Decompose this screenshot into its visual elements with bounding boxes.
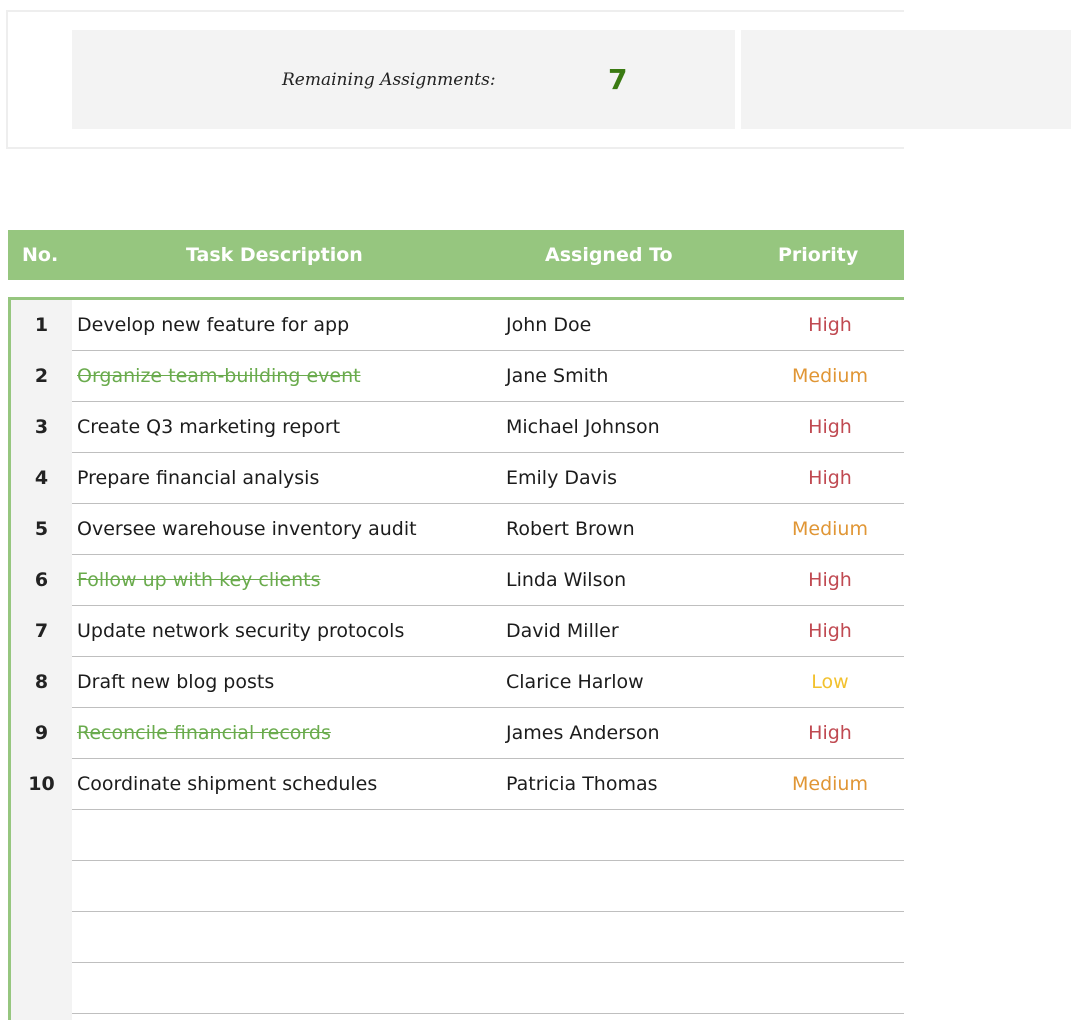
priority-value: Medium bbox=[792, 773, 868, 795]
task-description: Organize team-building event bbox=[77, 365, 361, 387]
task-description: Prepare financial analysis bbox=[77, 467, 320, 489]
priority-value: High bbox=[808, 314, 852, 336]
task-description: Follow up with key clients bbox=[77, 569, 321, 591]
table-row[interactable]: 2 Organize team-building event Jane Smith M… bbox=[35, 351, 904, 402]
table-row[interactable]: 9 Reconcile financial records James Anders… bbox=[35, 708, 904, 759]
assigned-to: Michael Johnson bbox=[506, 416, 660, 438]
table-header: No. Task Description Assigned To Priorit… bbox=[8, 230, 904, 280]
row-number: 10 bbox=[28, 773, 55, 795]
assigned-to: John Doe bbox=[506, 314, 592, 336]
header-assigned-to: Assigned To bbox=[545, 244, 673, 266]
table-row[interactable]: 8 Draft new blog posts Clarice Harlow Low bbox=[35, 657, 904, 708]
assigned-to: Jane Smith bbox=[506, 365, 609, 387]
header-priority: Priority bbox=[778, 244, 859, 266]
row-number: 7 bbox=[34, 620, 49, 642]
priority-value: Low bbox=[811, 671, 849, 693]
assigned-to: Emily Davis bbox=[506, 467, 618, 489]
priority-value: High bbox=[808, 569, 852, 591]
assigned-to: Linda Wilson bbox=[506, 569, 627, 591]
priority-value: High bbox=[808, 620, 852, 642]
task-description: Oversee warehouse inventory audit bbox=[77, 518, 417, 540]
priority-value: Medium bbox=[792, 518, 868, 540]
priority-value: Medium bbox=[792, 365, 868, 387]
remaining-assignments-count: 7 bbox=[608, 63, 628, 96]
row-number: 6 bbox=[34, 569, 49, 591]
row-number: 4 bbox=[34, 467, 49, 489]
assigned-to: Patricia Thomas bbox=[506, 773, 658, 795]
table-row[interactable]: 5 Oversee warehouse inventory audit Robert… bbox=[35, 504, 904, 555]
empty-row[interactable] bbox=[72, 963, 904, 1014]
empty-row[interactable] bbox=[72, 810, 904, 861]
empty-row[interactable] bbox=[72, 912, 904, 963]
priority-value: High bbox=[808, 467, 852, 489]
table-row[interactable]: 3 Create Q3 marketing report Michael Johns… bbox=[35, 402, 904, 453]
task-description: Reconcile financial records bbox=[77, 722, 331, 744]
priority-value: High bbox=[808, 722, 852, 744]
summary-secondary-box bbox=[741, 30, 1071, 129]
header-task-description: Task Description bbox=[186, 244, 363, 266]
assigned-to: James Anderson bbox=[506, 722, 660, 744]
row-number: 3 bbox=[34, 416, 49, 438]
remaining-assignments-label: Remaining Assignments: bbox=[282, 70, 496, 90]
remaining-assignments-box: Remaining Assignments: 7 bbox=[72, 30, 735, 129]
task-description: Draft new blog posts bbox=[77, 671, 275, 693]
table-row[interactable]: 4 Prepare financial analysis Emily Davis Hi… bbox=[35, 453, 904, 504]
task-description: Coordinate shipment schedules bbox=[77, 773, 378, 795]
task-description: Update network security protocols bbox=[77, 620, 405, 642]
row-number: 5 bbox=[34, 518, 49, 540]
assigned-to: Robert Brown bbox=[506, 518, 635, 540]
table-row[interactable]: 1 Develop new feature for app John Doe High bbox=[35, 300, 904, 351]
assigned-to: Clarice Harlow bbox=[506, 671, 644, 693]
task-description: Create Q3 marketing report bbox=[77, 416, 341, 438]
row-number: 8 bbox=[34, 671, 49, 693]
priority-value: High bbox=[808, 416, 852, 438]
row-number: 9 bbox=[34, 722, 49, 744]
table-row[interactable]: 6 Follow up with key clients Linda Wilson H… bbox=[35, 555, 904, 606]
row-number: 2 bbox=[34, 365, 49, 387]
empty-row[interactable] bbox=[72, 861, 904, 912]
assigned-to: David Miller bbox=[506, 620, 619, 642]
table-row[interactable]: 10 Coordinate shipment schedules Patricia … bbox=[28, 759, 904, 810]
task-table: 1 Develop new feature for app John Doe High… bbox=[8, 297, 904, 1020]
task-description: Develop new feature for app bbox=[77, 314, 350, 336]
header-no: No. bbox=[22, 244, 59, 266]
row-number: 1 bbox=[34, 314, 49, 336]
table-row[interactable]: 7 Update network security protocols David … bbox=[35, 606, 904, 657]
